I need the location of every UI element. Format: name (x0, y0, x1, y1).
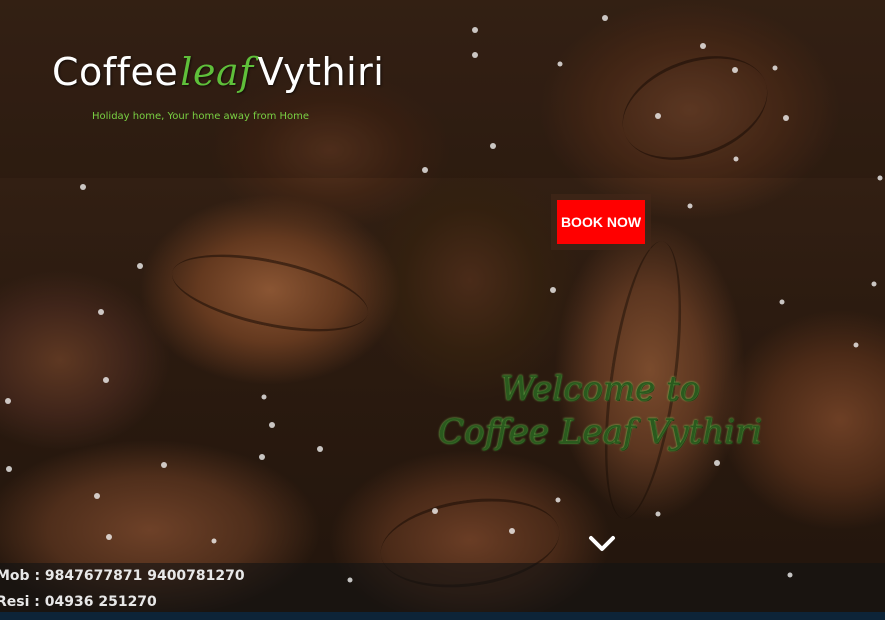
logo-text-vythiri: Vythiri (257, 50, 385, 94)
contact-mobile: Mob : 9847677871 9400781270 (0, 568, 245, 584)
mobile-numbers: 9847677871 9400781270 (44, 568, 245, 584)
logo-text-leaf: leaf (180, 50, 254, 94)
resi-label: Resi : (0, 594, 40, 610)
book-now-frame: BOOK NOW (551, 194, 651, 250)
site-logo[interactable]: Coffee leaf Vythiri (52, 50, 384, 94)
contact-bar: Mob : 9847677871 9400781270 Resi : 04936… (0, 563, 885, 613)
welcome-line-1: Welcome to (500, 369, 700, 409)
logo-text-coffee: Coffee (52, 50, 179, 94)
resi-number: 04936 251270 (44, 594, 157, 610)
site-tagline: Holiday home, Your home away from Home (92, 111, 310, 122)
bottom-strip (0, 612, 885, 620)
bean-crease (165, 239, 375, 347)
mobile-label: Mob : (0, 568, 41, 584)
chevron-down-icon (589, 536, 615, 551)
welcome-heading: Welcome to Coffee Leaf Vythiri (380, 368, 820, 454)
scroll-down-button[interactable] (586, 532, 618, 556)
welcome-line-2: Coffee Leaf Vythiri (438, 412, 762, 452)
book-now-button[interactable]: BOOK NOW (557, 200, 645, 244)
contact-residence: Resi : 04936 251270 (0, 594, 157, 610)
